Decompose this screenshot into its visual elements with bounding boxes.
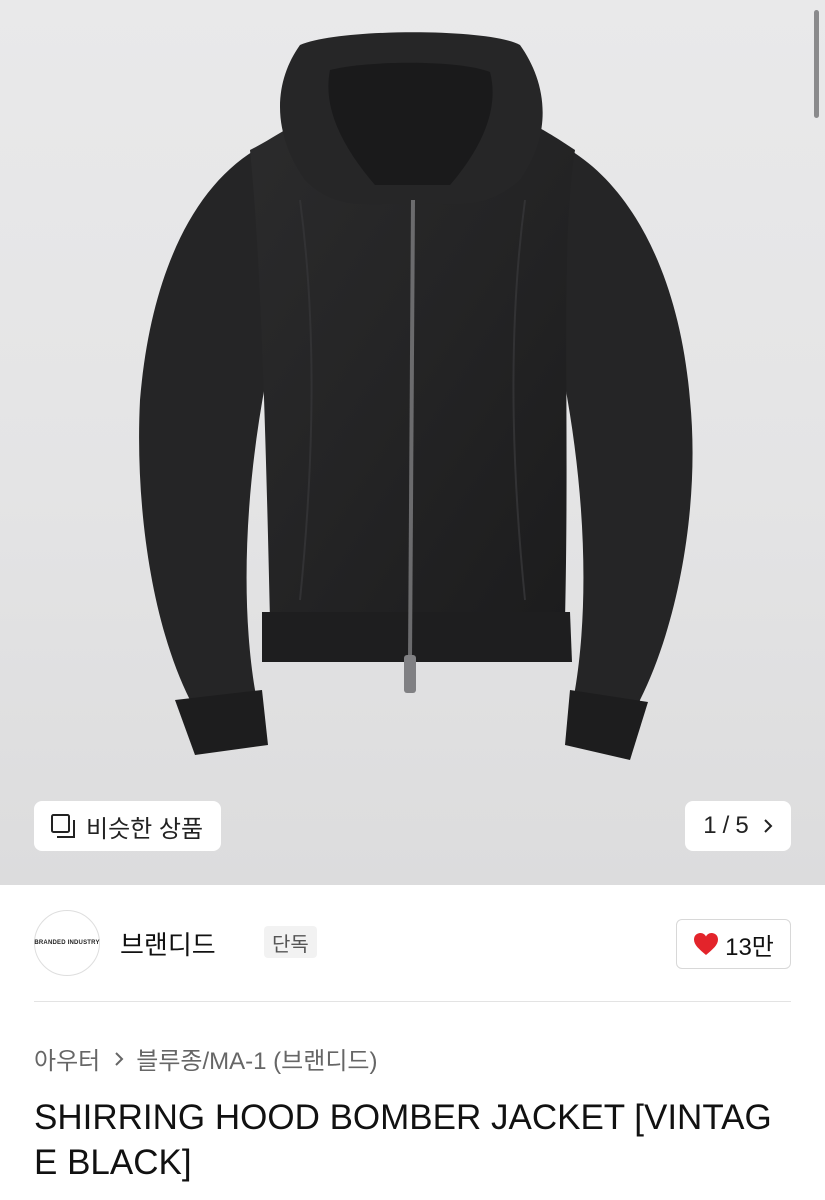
- divider: [34, 1001, 791, 1002]
- breadcrumb-subcategory[interactable]: 블루종/MA-1 (브랜디드): [136, 1041, 377, 1076]
- seller-name[interactable]: 브랜디드: [120, 925, 216, 962]
- image-pagination[interactable]: 1 / 5: [685, 801, 791, 851]
- breadcrumb: 아우터 블루종/MA-1 (브랜디드): [34, 1041, 377, 1076]
- copy-icon: [51, 814, 75, 838]
- seller-row: BRANDED INDUSTRY 브랜디드 단독 13만: [34, 910, 791, 978]
- product-title: SHIRRING HOOD BOMBER JACKET [VINTAGE BLA…: [34, 1098, 772, 1182]
- product-image[interactable]: [0, 0, 825, 885]
- current-page: 1: [703, 812, 717, 839]
- total-pages: 5: [735, 812, 749, 839]
- similar-products-button[interactable]: 비슷한 상품: [34, 801, 221, 851]
- chevron-right-icon: [115, 1051, 124, 1066]
- like-count: 13만: [725, 933, 774, 961]
- heart-icon: [694, 933, 719, 955]
- similar-products-label: 비슷한 상품: [86, 815, 204, 843]
- like-button[interactable]: 13만: [676, 919, 791, 969]
- seller-avatar[interactable]: BRANDED INDUSTRY: [34, 910, 100, 976]
- breadcrumb-category[interactable]: 아우터: [34, 1041, 100, 1076]
- chevron-right-icon: [763, 819, 773, 833]
- product-image-carousel[interactable]: 비슷한 상품 1 / 5: [0, 0, 825, 885]
- seller-avatar-text: BRANDED INDUSTRY: [34, 940, 100, 946]
- page-separator: /: [722, 812, 730, 839]
- scrollbar[interactable]: [814, 10, 819, 118]
- exclusive-badge: 단독: [264, 926, 317, 958]
